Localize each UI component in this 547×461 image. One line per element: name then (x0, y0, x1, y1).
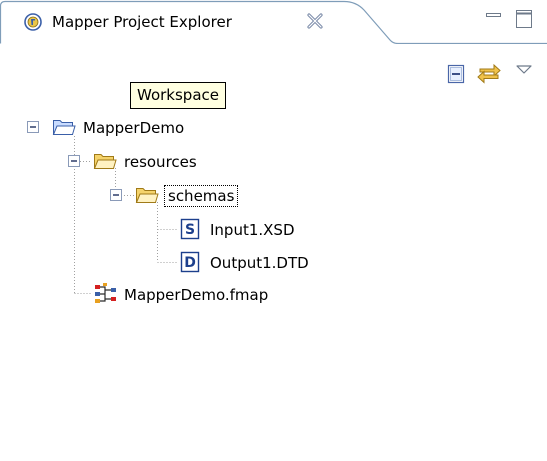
close-icon[interactable] (306, 12, 324, 30)
tree-label: MapperDemo.fmap (124, 286, 269, 304)
tree-connector-lines (74, 136, 178, 294)
tree-label: Input1.XSD (210, 221, 295, 239)
project-tree: MapperDemo resources schemas S Input1.XS… (0, 108, 547, 461)
view-tab-strip: Mapper Project Explorer (0, 0, 547, 44)
tree-label: schemas (163, 185, 239, 207)
tree-label: resources (124, 153, 197, 171)
dtd-glyph: D (184, 255, 196, 271)
tree-label: Output1.DTD (210, 254, 309, 272)
collapse-toggle-icon[interactable] (110, 189, 122, 201)
tree-label: MapperDemo (83, 119, 185, 137)
mapper-view-icon (24, 13, 42, 31)
dtd-file-icon: D (180, 251, 200, 273)
xsd-glyph: S (185, 222, 195, 238)
project-explorer-view: Mapper Project Explorer Workspace Mapper… (0, 0, 547, 461)
maximize-icon[interactable] (513, 7, 535, 31)
collapse-toggle-icon[interactable] (68, 155, 80, 167)
xsd-file-icon: S (180, 218, 200, 240)
collapse-toggle-icon[interactable] (27, 121, 39, 133)
folder-open-icon (135, 188, 159, 203)
folder-open-icon (93, 154, 117, 169)
project-folder-icon (52, 120, 76, 135)
tooltip: Workspace (130, 82, 226, 109)
link-with-editor-icon[interactable] (476, 60, 502, 86)
view-menu-icon[interactable] (512, 62, 536, 78)
minimize-icon[interactable] (484, 7, 504, 27)
map-file-icon (95, 283, 116, 303)
view-title: Mapper Project Explorer (52, 13, 232, 31)
collapse-all-icon[interactable] (446, 63, 466, 85)
